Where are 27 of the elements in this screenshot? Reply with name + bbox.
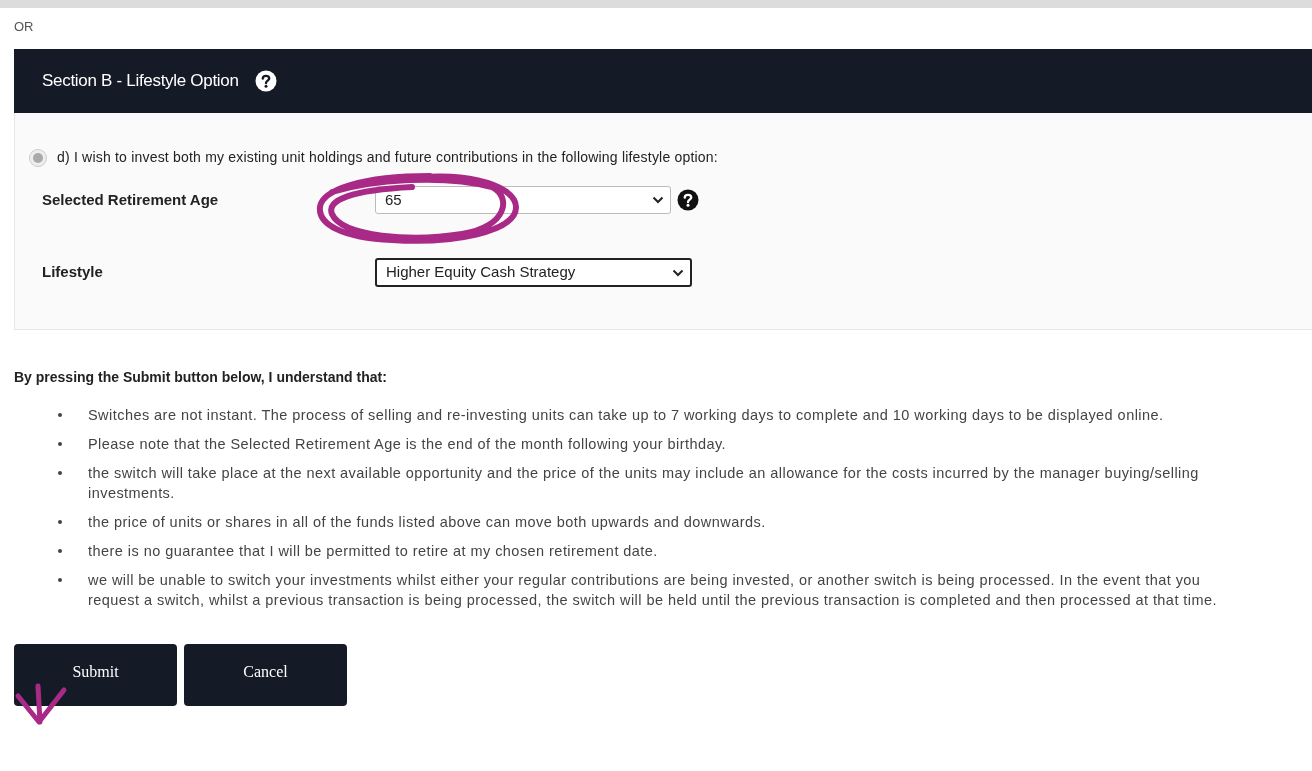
- annotation-arrow: [12, 682, 68, 726]
- button[interactable]: Cancel: [184, 644, 347, 706]
- dropdown[interactable]: 65: [375, 186, 671, 214]
- bullet-icon: [58, 413, 62, 417]
- bullet-icon: [58, 442, 62, 446]
- field-label: Lifestyle: [41, 262, 104, 283]
- terms-item: the price of units or shares in all of the funds listed above can move both upwards and downwards.: [88, 513, 766, 532]
- section-title: Section B - Lifestyle Option: [42, 70, 239, 93]
- field-label: Selected Retirement Age: [41, 189, 220, 210]
- help-icon[interactable]: [254, 70, 277, 92]
- chevron-down-icon: [652, 196, 664, 204]
- terms-item: there is no guarantee that I will be permitted to retire at my chosen retirement date.: [88, 542, 658, 561]
- option-label: d) I wish to invest both my existing unit holdings and future contributions in the following lifestyle option:: [57, 148, 718, 167]
- bullet-icon: [58, 578, 62, 582]
- dropdown[interactable]: Higher Equity Cash Strategy: [375, 258, 692, 287]
- terms-item: we will be unable to switch your investments whilst either your regular contributions are being invested, or another switch is being processed. In the event that you request a switch, whilst a previous transaction is being processed, the switch will be held until the previous transaction is completed and then processed at that time.: [88, 571, 1219, 610]
- terms-item: the switch will take place at the next available opportunity and the price of the units may include an allowance for the costs incurred by the manager buying/selling investments.: [88, 464, 1200, 503]
- bullet-icon: [58, 471, 62, 475]
- separator-label: OR: [14, 18, 35, 36]
- terms-item: Please note that the Selected Retirement Age is the end of the month following your birthday.: [88, 435, 727, 454]
- terms-item: Switches are not instant. The process of selling and re-investing units can take up to 7 working days to complete and 10 working days to be displayed online.: [88, 406, 1164, 425]
- terms-heading: By pressing the Submit button below, I understand that:: [14, 368, 388, 387]
- button[interactable]: Submit: [14, 644, 177, 706]
- chevron-down-icon: [672, 268, 684, 277]
- help-icon[interactable]: [677, 189, 699, 211]
- bullet-icon: [58, 549, 62, 553]
- bullet-icon: [58, 520, 62, 524]
